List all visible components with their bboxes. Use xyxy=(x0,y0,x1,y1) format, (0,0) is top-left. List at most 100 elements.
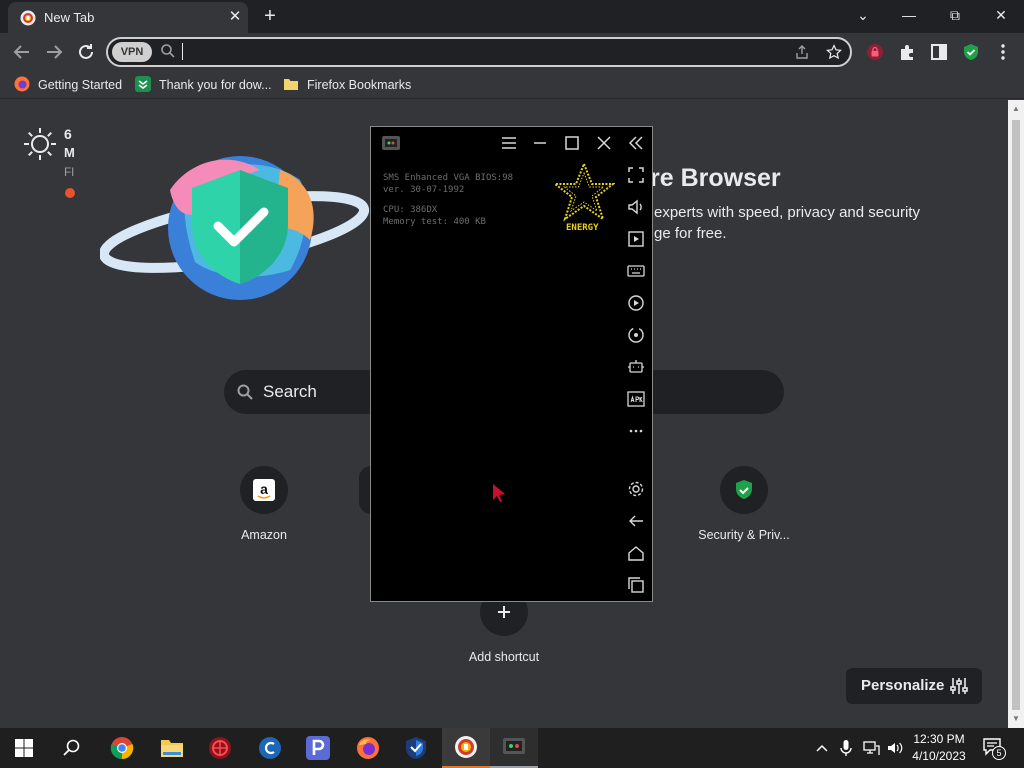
emulator-window[interactable]: SMS Enhanced VGA BIOS:98 ver. 30-07-1992… xyxy=(370,126,653,602)
close-window-button[interactable]: ✕ xyxy=(978,0,1024,30)
search-icon xyxy=(237,384,253,400)
weather-temperature: 6 xyxy=(64,126,72,142)
pdf-icon xyxy=(306,736,330,760)
more-icon[interactable] xyxy=(625,421,647,441)
shortcut-amazon[interactable]: a Amazon xyxy=(209,466,319,542)
bookmark-star-icon[interactable] xyxy=(826,44,842,60)
emulator-screen[interactable]: SMS Enhanced VGA BIOS:98 ver. 30-07-1992… xyxy=(383,163,615,590)
vpn-shield-icon xyxy=(406,737,426,759)
windows-taskbar: 12:30 PM 4/10/2023 5 xyxy=(0,728,1024,768)
settings-icon[interactable] xyxy=(625,479,647,499)
minimize-button[interactable]: — xyxy=(886,0,932,30)
recents-icon[interactable] xyxy=(625,575,647,595)
new-tab-button[interactable]: + xyxy=(258,5,282,29)
record-icon[interactable] xyxy=(625,293,647,313)
back-arrow-icon[interactable] xyxy=(10,40,34,64)
bios-line: ver. 30-07-1992 xyxy=(383,185,465,195)
restore-button[interactable]: ⧉ xyxy=(932,0,978,30)
hamburger-menu-icon[interactable] xyxy=(498,133,520,153)
taskbar-antivirus[interactable] xyxy=(196,728,244,768)
microphone-icon[interactable] xyxy=(838,738,854,758)
close-tab-icon[interactable]: ✕ xyxy=(224,6,246,28)
taskbar-vpn-shield[interactable] xyxy=(392,728,440,768)
rotate-icon[interactable] xyxy=(625,325,647,345)
sun-icon xyxy=(24,128,56,160)
search-icon xyxy=(161,44,175,58)
keyboard-icon[interactable] xyxy=(625,261,647,281)
maximize-icon[interactable] xyxy=(561,133,583,153)
volume-icon[interactable] xyxy=(625,197,647,217)
bios-line: Memory test: 400 KB xyxy=(383,217,486,227)
security-shield-icon[interactable] xyxy=(960,41,982,63)
shortcut-label: Security & Priv... xyxy=(698,528,790,542)
windows-start-button[interactable] xyxy=(0,728,48,768)
close-icon[interactable] xyxy=(593,133,615,153)
scroll-up-icon[interactable]: ▲ xyxy=(1012,104,1020,113)
secure-browser-icon xyxy=(455,736,477,758)
clock-time[interactable]: 12:30 PM xyxy=(910,732,968,746)
weather-alert-dot xyxy=(65,188,75,198)
minimize-icon[interactable] xyxy=(529,133,551,153)
clock-date[interactable]: 4/10/2023 xyxy=(910,749,968,763)
tab-new-tab[interactable]: New Tab ✕ xyxy=(8,2,248,33)
network-icon[interactable] xyxy=(862,738,880,758)
side-panel-icon[interactable] xyxy=(928,41,950,63)
robot-icon[interactable] xyxy=(625,357,647,377)
taskbar-chrome[interactable] xyxy=(98,728,146,768)
forward-arrow-icon[interactable] xyxy=(42,40,66,64)
home-icon[interactable] xyxy=(625,543,647,563)
text-caret xyxy=(182,43,183,60)
weather-description: M xyxy=(64,145,75,160)
firefox-icon xyxy=(357,737,379,759)
shortcut-tile: a xyxy=(240,466,288,514)
taskbar-ccleaner[interactable] xyxy=(246,728,294,768)
bookmark-thank-you[interactable]: Thank you for dow... xyxy=(135,76,272,94)
antivirus-icon xyxy=(209,737,231,759)
scroll-down-icon[interactable]: ▼ xyxy=(1012,714,1020,723)
folder-icon xyxy=(284,79,298,90)
vpn-toggle-button[interactable]: VPN xyxy=(112,42,152,62)
hero-subtitle-line1: experts with speed, privacy and security xyxy=(654,204,920,221)
play-box-icon[interactable] xyxy=(625,229,647,249)
personalize-button[interactable]: Personalize xyxy=(846,668,982,704)
page-scrollbar[interactable]: ▲ ▼ xyxy=(1008,100,1024,728)
notification-count-badge: 5 xyxy=(992,746,1006,760)
password-lock-icon[interactable] xyxy=(864,41,886,63)
menu-kebab-icon[interactable] xyxy=(992,41,1014,63)
share-icon[interactable] xyxy=(794,44,810,60)
notifications-button[interactable]: 5 xyxy=(982,736,1006,760)
bookmark-getting-started[interactable]: Getting Started xyxy=(14,76,122,94)
reload-icon[interactable] xyxy=(74,40,98,64)
file-explorer-icon xyxy=(161,740,183,757)
apk-icon[interactable] xyxy=(625,389,647,409)
taskbar-emulator[interactable] xyxy=(490,728,538,768)
download-bookmark-icon xyxy=(135,76,151,92)
back-icon[interactable] xyxy=(625,511,647,531)
fullscreen-icon[interactable] xyxy=(625,165,647,185)
chrome-icon xyxy=(110,737,134,760)
taskbar-pdf[interactable] xyxy=(294,728,342,768)
taskbar-secure-browser[interactable] xyxy=(442,728,490,768)
shortcut-security-privacy[interactable]: Security & Priv... xyxy=(689,466,799,542)
taskbar-firefox[interactable] xyxy=(344,728,392,768)
bios-line: SMS Enhanced VGA BIOS:98 xyxy=(383,173,514,183)
tab-search-icon[interactable]: ⌄ xyxy=(840,0,886,30)
shortcut-label: Amazon xyxy=(241,528,287,542)
bookmark-label: Getting Started xyxy=(38,78,123,92)
shortcut-tile xyxy=(720,466,768,514)
emulator-icon xyxy=(503,738,525,754)
firefox-icon xyxy=(14,76,30,92)
tray-overflow-icon[interactable] xyxy=(814,738,830,758)
scroll-thumb[interactable] xyxy=(1012,120,1020,710)
taskbar-file-explorer[interactable] xyxy=(148,728,196,768)
toolbar: VPN xyxy=(0,33,1024,71)
taskbar-search-button[interactable] xyxy=(48,728,96,768)
bookmark-firefox-bookmarks[interactable]: Firefox Bookmarks xyxy=(283,76,411,94)
svg-text:a: a xyxy=(260,481,268,497)
speaker-icon[interactable] xyxy=(886,738,904,758)
bios-line: CPU: 386DX xyxy=(383,205,438,215)
bookmark-label: Thank you for dow... xyxy=(159,78,272,92)
extensions-puzzle-icon[interactable] xyxy=(896,41,918,63)
address-bar[interactable]: VPN xyxy=(106,37,852,67)
collapse-panel-icon[interactable] xyxy=(625,133,647,153)
